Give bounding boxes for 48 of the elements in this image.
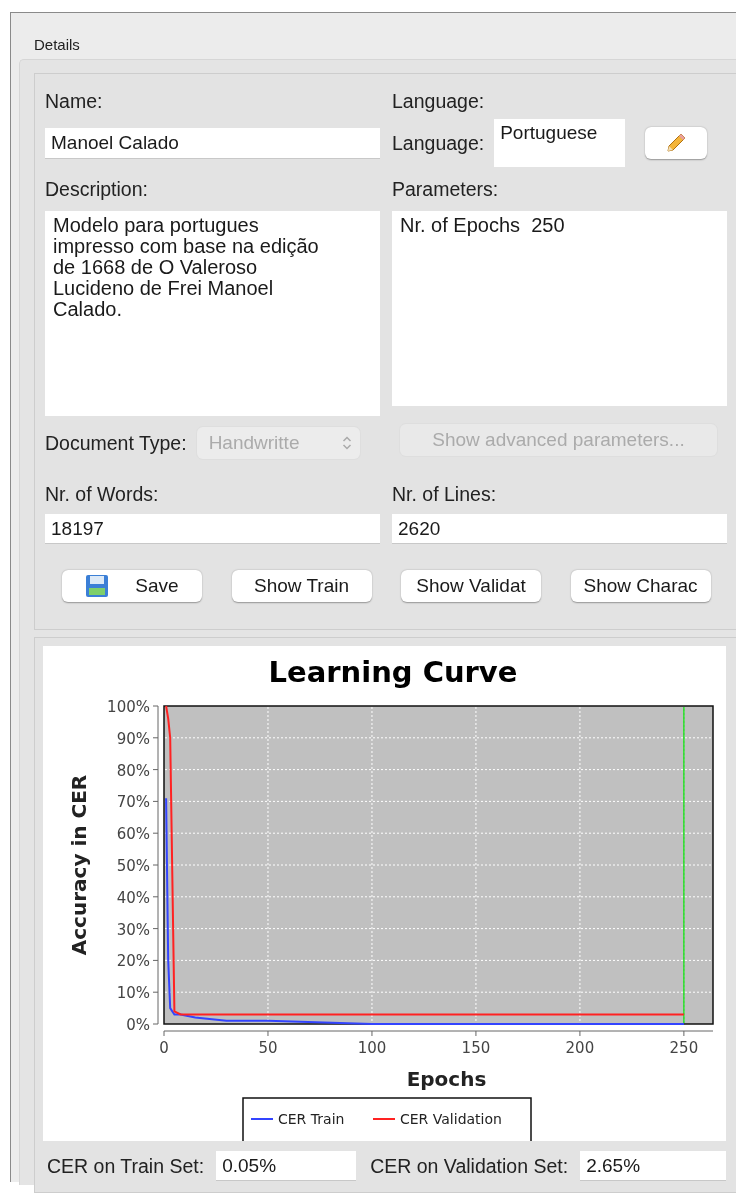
pencil-icon [665, 132, 688, 154]
field-label: CER on Validation Set: [370, 1156, 569, 1176]
field-label: Document Type: [45, 433, 187, 453]
field-label: Nr. of Words: [45, 484, 160, 504]
field-label: Description: [45, 179, 149, 199]
field-label: Parameters: [392, 179, 500, 199]
group-title: Details [34, 35, 81, 55]
tick-label: 100% [107, 698, 150, 716]
stepper-icon [341, 435, 352, 451]
tick-label: 50 [258, 1039, 278, 1057]
axis-title: Accuracy in CER [67, 774, 91, 956]
field-label: Language: [392, 91, 486, 111]
tick-label: 10% [116, 984, 150, 1003]
words-field[interactable]: 18197 [45, 514, 380, 544]
tick-label: 250 [669, 1039, 699, 1057]
result-field[interactable]: 2.65% [580, 1151, 726, 1181]
tick-label: 50% [116, 857, 150, 875]
tick-label: 100 [357, 1039, 387, 1057]
language-field[interactable]: Portuguese [494, 119, 626, 167]
tick-label: 80% [116, 761, 150, 780]
show-button[interactable]: Show Charac [570, 570, 711, 602]
parameters-field[interactable]: Nr. of Epochs 250 [392, 211, 727, 406]
show-button[interactable]: Show Train [231, 570, 372, 602]
field-label: Nr. of Lines: [392, 484, 498, 504]
tick-label: 30% [116, 920, 150, 939]
save-button[interactable]: Save [62, 570, 202, 602]
tick-label: 40% [116, 888, 150, 907]
edit-button[interactable] [645, 127, 708, 159]
tick-label: 0% [126, 1016, 150, 1034]
field-label: Name: [45, 91, 104, 111]
legend-label: CER Validation [400, 1111, 502, 1127]
tick-label: 200 [565, 1039, 595, 1057]
result-field[interactable]: 0.05% [216, 1151, 357, 1181]
tick-label: 0 [159, 1039, 169, 1057]
field-label: CER on Train Set: [47, 1156, 205, 1176]
tick-label: 70% [116, 793, 150, 812]
tick-label: 150 [461, 1039, 491, 1057]
description-field[interactable]: Modelo para portugues impresso com base na edição de 1668 de O Valeroso Lucideno de Frei Manoel Calado. [45, 211, 380, 416]
axis-title: Epochs [406, 1067, 487, 1091]
name-field[interactable]: Manoel Calado [45, 127, 380, 159]
lines-field[interactable]: 2620 [392, 514, 727, 544]
tick-label: 90% [116, 729, 150, 748]
chart-title: Learning Curve [268, 655, 518, 689]
show-button[interactable]: Show Validat [401, 570, 541, 602]
legend-label: CER Train [278, 1111, 345, 1127]
tick-label: 60% [116, 825, 150, 844]
field-label: Language: [392, 133, 485, 153]
tick-label: 20% [116, 952, 150, 971]
